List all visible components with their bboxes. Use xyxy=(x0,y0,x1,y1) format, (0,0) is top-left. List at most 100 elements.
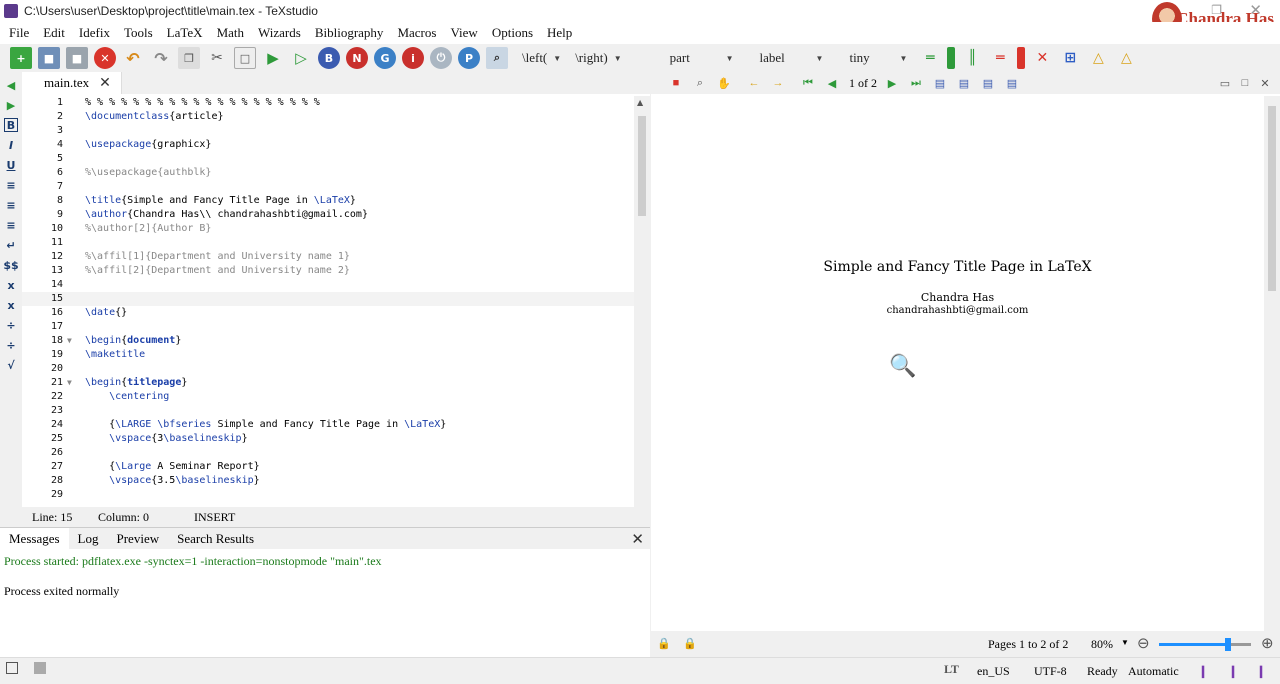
pdf-grid-icon[interactable]: ▤ xyxy=(1005,76,1019,90)
pdf-continuous-icon[interactable]: ▤ xyxy=(981,76,995,90)
code-line[interactable]: 9 \author{Chandra Has\\ chandrahashbti@gm… xyxy=(22,208,634,222)
code-area[interactable]: 1 % % % % % % % % % % % % % % % % % % % %… xyxy=(22,96,634,506)
undo-icon[interactable]: ↶ xyxy=(122,47,144,69)
code-line[interactable]: 2 \documentclass{article} xyxy=(22,110,634,124)
remove-column-icon[interactable]: ✕ xyxy=(1031,47,1053,69)
save-all-icon[interactable]: ■ xyxy=(66,47,88,69)
scroll-up-icon[interactable]: ▲ xyxy=(637,98,643,107)
pdf-windowed-icon[interactable]: ▭ xyxy=(1218,76,1232,90)
stop-icon[interactable]: ⏻ xyxy=(430,47,452,69)
code-line[interactable]: 29 xyxy=(22,488,634,502)
column-icon[interactable] xyxy=(947,47,956,69)
pdf-next-page-icon[interactable]: ▶ xyxy=(885,76,899,90)
code-line[interactable]: 3 xyxy=(22,124,634,138)
code-line[interactable]: 18 ▼ \begin{document} xyxy=(22,334,634,348)
pdf-scrollbar[interactable] xyxy=(1264,96,1280,631)
tab-log[interactable]: Log xyxy=(69,528,108,549)
sidebar-fraction-icon[interactable]: ÷ xyxy=(4,318,18,332)
fold-marker-icon[interactable]: ▼ xyxy=(67,376,72,390)
sidebar-sqrt-icon[interactable]: √ xyxy=(4,358,18,372)
menu-file[interactable]: File xyxy=(2,25,36,41)
part-combo[interactable]: part ▼ xyxy=(670,50,734,66)
code-line[interactable]: 8 \title{Simple and Fancy Title Page in \… xyxy=(22,194,634,208)
sidebar-subscript-icon[interactable]: x xyxy=(4,278,18,292)
latex-lt-icon[interactable]: LT xyxy=(944,662,959,677)
sidebar-superscript-icon[interactable]: x xyxy=(4,298,18,312)
sidebar-align-center-icon[interactable]: ≡ xyxy=(4,198,18,212)
spell-language[interactable]: en_US xyxy=(977,664,1010,679)
up-arrow-icon[interactable]: △ xyxy=(1087,47,1109,69)
size-combo[interactable]: tiny ▼ xyxy=(849,50,907,66)
root-document-icon[interactable]: ❙ xyxy=(1198,664,1208,679)
code-line[interactable]: 21 ▼ \begin{titlepage} xyxy=(22,376,634,390)
table-align-icon[interactable]: ⊞ xyxy=(1059,47,1081,69)
pdf-hand-icon[interactable]: ✋ xyxy=(717,76,731,90)
code-line[interactable]: 14 xyxy=(22,278,634,292)
file-encoding[interactable]: UTF-8 xyxy=(1034,664,1067,679)
fold-marker-icon[interactable]: ▼ xyxy=(67,334,72,348)
bold-button-icon[interactable]: B xyxy=(318,47,340,69)
zoom-slider-handle[interactable] xyxy=(1225,638,1231,651)
zoom-out-icon[interactable]: ⊖ xyxy=(1137,634,1150,653)
pdf-zoom-level[interactable]: 80% xyxy=(1091,637,1113,652)
zoom-chevron-down-icon[interactable]: ▼ xyxy=(1121,638,1129,647)
close-panel-icon[interactable]: ✕ xyxy=(631,530,644,548)
normal-button-icon[interactable]: N xyxy=(346,47,368,69)
code-line[interactable]: 23 xyxy=(22,404,634,418)
lock-sync-icon[interactable]: 🔒 xyxy=(683,637,697,650)
code-line[interactable]: 20 xyxy=(22,362,634,376)
save-icon[interactable]: ■ xyxy=(38,47,60,69)
zoom-in-icon[interactable]: ⊕ xyxy=(1261,634,1274,653)
preview-document-icon[interactable]: ❙ xyxy=(1228,664,1238,679)
code-line[interactable]: 28 \vspace{3.5\baselineskip} xyxy=(22,474,634,488)
g-button-icon[interactable]: G xyxy=(374,47,396,69)
tab-preview[interactable]: Preview xyxy=(108,528,169,549)
sidebar-arrow-left-icon[interactable]: ◀ xyxy=(4,78,18,92)
code-line[interactable]: 16 \date{} xyxy=(22,306,634,320)
pdf-magnifier-icon[interactable]: ⌕ xyxy=(693,76,707,90)
code-line[interactable]: 4 \usepackage{graphicx} xyxy=(22,138,634,152)
tab-search-results[interactable]: Search Results xyxy=(168,528,263,549)
redo-icon[interactable]: ↷ xyxy=(150,47,172,69)
code-line[interactable]: 6 %\usepackage{authblk} xyxy=(22,166,634,180)
pdf-last-page-icon[interactable]: ⏭ xyxy=(909,76,923,90)
tab-messages[interactable]: Messages xyxy=(0,528,69,549)
pdf-page[interactable]: Simple and Fancy Title Page in LaTeX Cha… xyxy=(651,96,1264,631)
code-line[interactable]: 13 %\affil[2]{Department and University n… xyxy=(22,264,634,278)
menu-view[interactable]: View xyxy=(443,25,484,41)
label-combo[interactable]: label ▼ xyxy=(760,50,824,66)
sidebar-align-right-icon[interactable]: ≡ xyxy=(4,218,18,232)
menu-idefix[interactable]: Idefix xyxy=(72,25,117,41)
extra-document-icon[interactable]: ❙ xyxy=(1256,664,1266,679)
code-line[interactable]: 12 %\affil[1]{Department and University n… xyxy=(22,250,634,264)
new-file-icon[interactable]: + xyxy=(10,47,32,69)
build-view-icon[interactable]: ▶ xyxy=(262,47,284,69)
code-line[interactable]: 11 xyxy=(22,236,634,250)
right-delimiter-combo[interactable]: \right) ▼ xyxy=(575,50,621,66)
menu-help[interactable]: Help xyxy=(540,25,579,41)
code-line[interactable]: 22 \centering xyxy=(22,390,634,404)
menu-latex[interactable]: LaTeX xyxy=(160,25,210,41)
pdf-first-page-icon[interactable]: ⏮ xyxy=(801,76,815,90)
editor-scroll-thumb[interactable] xyxy=(638,116,646,216)
tab-main-tex[interactable]: main.tex ✕ xyxy=(22,72,122,94)
pdf-maximize-icon[interactable]: □ xyxy=(1238,76,1252,90)
menu-options[interactable]: Options xyxy=(485,25,540,41)
close-tab-icon[interactable]: ✕ xyxy=(99,75,111,91)
structure-toggle-icon[interactable] xyxy=(6,662,18,674)
compile-icon[interactable]: ▷ xyxy=(290,47,312,69)
pdf-scroll-thumb[interactable] xyxy=(1268,106,1276,291)
menu-bibliography[interactable]: Bibliography xyxy=(308,25,391,41)
status-automatic[interactable]: Automatic xyxy=(1128,664,1179,679)
left-delimiter-combo[interactable]: \left(▼ xyxy=(522,50,561,66)
sidebar-arrow-right-icon[interactable]: ▶ xyxy=(4,98,18,112)
code-line[interactable]: 25 \vspace{3\baselineskip} xyxy=(22,432,634,446)
pdf-prev-page-icon[interactable]: ◀ xyxy=(825,76,839,90)
sidebar-underline-icon[interactable]: U xyxy=(4,158,18,172)
paste-icon[interactable]: □ xyxy=(234,47,256,69)
hline-icon[interactable]: ═ xyxy=(919,47,941,69)
zoom-slider[interactable] xyxy=(1159,638,1251,651)
find-icon[interactable]: ⌕ xyxy=(486,47,508,69)
code-line[interactable]: 19 \maketitle xyxy=(22,348,634,362)
copy-icon[interactable]: ❐ xyxy=(178,47,200,69)
